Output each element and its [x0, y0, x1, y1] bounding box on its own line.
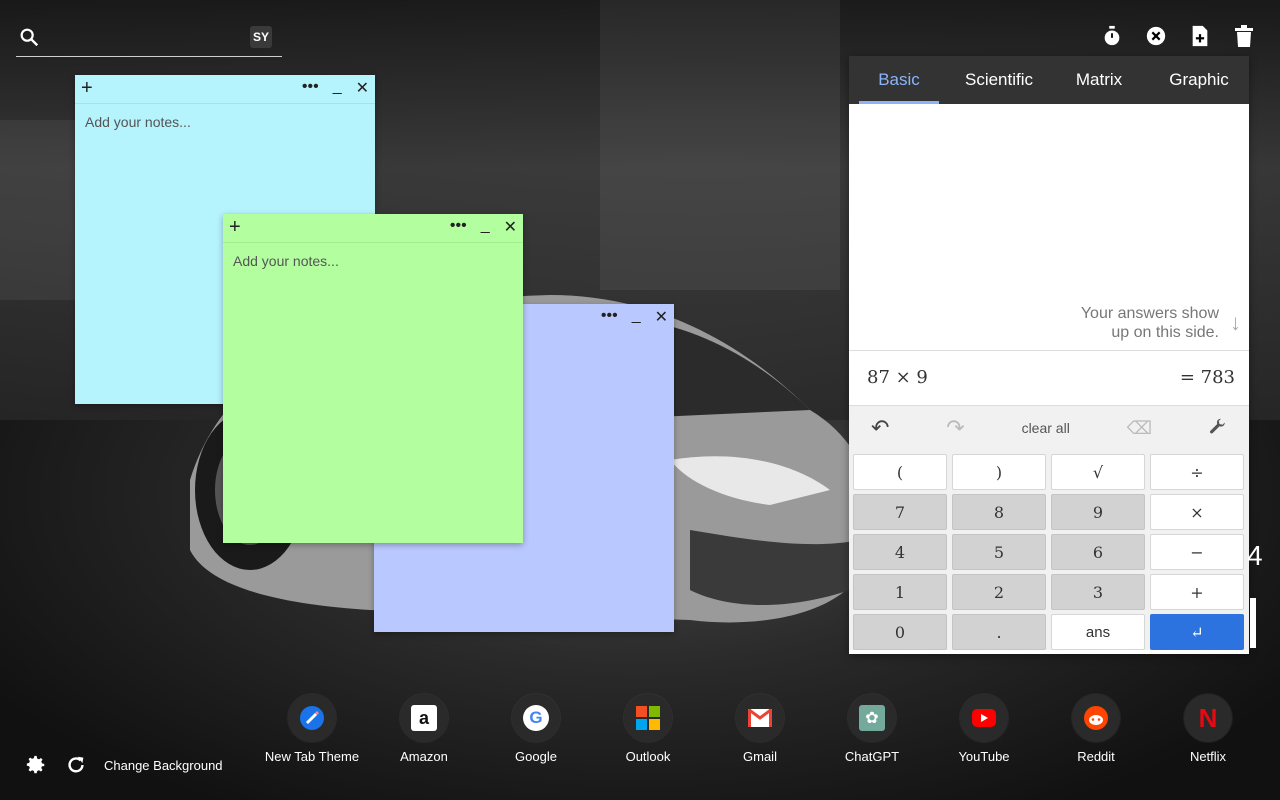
shortcut-netflix[interactable]: N Netflix	[1158, 694, 1258, 764]
shortcut-reddit[interactable]: Reddit	[1046, 694, 1146, 764]
key-ans[interactable]: ans	[1051, 614, 1145, 650]
amazon-icon: a	[400, 694, 448, 742]
shortcut-label: ChatGPT	[844, 749, 900, 764]
background-panel	[600, 0, 840, 290]
hint-line-1: Your answers show	[1080, 305, 1219, 322]
gmail-icon	[736, 694, 784, 742]
arrow-down-icon: ↓	[1230, 310, 1241, 335]
add-note-plus-icon[interactable]: +	[81, 77, 93, 100]
shortcut-label: YouTube	[958, 749, 1010, 764]
search-input[interactable]	[52, 24, 256, 52]
key-7[interactable]: 7	[853, 494, 947, 530]
change-background-button[interactable]: Change Background	[104, 758, 223, 773]
key-2[interactable]: 2	[952, 574, 1046, 610]
close-circle-icon[interactable]	[1144, 24, 1168, 48]
calculator-tools: ↶ ↷ clear all ⌫	[849, 406, 1249, 450]
chatgpt-icon: ✿	[848, 694, 896, 742]
more-options-icon[interactable]: •••	[450, 217, 467, 237]
sy-badge[interactable]: SY	[250, 26, 272, 48]
netflix-icon: N	[1184, 694, 1232, 742]
shortcut-new-tab-theme[interactable]: New Tab Theme	[262, 694, 362, 764]
result: = 783	[1179, 367, 1235, 388]
key-5[interactable]: 5	[952, 534, 1046, 570]
shortcut-label: Gmail	[743, 749, 777, 764]
calculator-keypad: ( ) √ ÷ 7 8 9 × 4 5 6 − 1 2 3 + 0 . ans …	[849, 450, 1249, 650]
tab-scientific[interactable]: Scientific	[949, 56, 1049, 104]
shortcut-youtube[interactable]: YouTube	[934, 694, 1034, 764]
note-textarea[interactable]: Add your notes...	[75, 104, 375, 140]
search-icon[interactable]	[18, 26, 40, 48]
trash-icon[interactable]	[1232, 24, 1256, 48]
key-sqrt[interactable]: √	[1051, 454, 1145, 490]
close-icon[interactable]: ✕	[356, 78, 369, 98]
google-icon: G	[512, 694, 560, 742]
key-decimal[interactable]: .	[952, 614, 1046, 650]
key-plus[interactable]: +	[1150, 574, 1244, 610]
key-0[interactable]: 0	[853, 614, 947, 650]
calculator-panel: Basic Scientific Matrix Graphic Your ans…	[849, 56, 1249, 654]
tab-basic[interactable]: Basic	[849, 56, 949, 104]
key-8[interactable]: 8	[952, 494, 1046, 530]
clear-all-button[interactable]: clear all	[1022, 420, 1070, 436]
close-icon[interactable]: ✕	[655, 307, 668, 327]
key-9[interactable]: 9	[1051, 494, 1145, 530]
top-toolbar	[1100, 24, 1256, 48]
refresh-icon[interactable]	[65, 754, 87, 776]
calculator-expression-row[interactable]: 87 × 9 = 783	[849, 351, 1249, 406]
outlook-icon	[624, 694, 672, 742]
undo-icon[interactable]: ↶	[871, 415, 889, 441]
close-icon[interactable]: ✕	[504, 217, 517, 237]
more-options-icon[interactable]: •••	[601, 307, 618, 327]
clock-fragment-bar	[1250, 598, 1256, 648]
clock-fragment: 4	[1247, 540, 1263, 571]
add-note-plus-icon[interactable]: +	[229, 216, 241, 239]
search-bar: SY	[16, 22, 282, 57]
calculator-history: Your answers show up on this side. ↓	[849, 104, 1249, 351]
note-textarea[interactable]: Add your notes...	[223, 243, 523, 279]
shortcut-outlook[interactable]: Outlook	[598, 694, 698, 764]
answers-hint: Your answers show up on this side.	[1081, 304, 1219, 342]
key-minus[interactable]: −	[1150, 534, 1244, 570]
shortcut-label: Outlook	[625, 749, 671, 764]
shortcut-chatgpt[interactable]: ✿ ChatGPT	[822, 694, 922, 764]
reddit-icon	[1072, 694, 1120, 742]
key-1[interactable]: 1	[853, 574, 947, 610]
key-multiply[interactable]: ×	[1150, 494, 1244, 530]
timer-icon[interactable]	[1100, 24, 1124, 48]
note-toolbar: + ••• _ ✕	[223, 214, 523, 243]
add-note-icon[interactable]	[1188, 24, 1212, 48]
key-4[interactable]: 4	[853, 534, 947, 570]
shortcut-gmail[interactable]: Gmail	[710, 694, 810, 764]
note-toolbar: + ••• _ ✕	[75, 75, 375, 104]
key-divide[interactable]: ÷	[1150, 454, 1244, 490]
key-open-paren[interactable]: (	[853, 454, 947, 490]
minimize-icon[interactable]: _	[632, 307, 641, 327]
tab-matrix[interactable]: Matrix	[1049, 56, 1149, 104]
shortcut-label: Google	[515, 749, 557, 764]
settings-gear-icon[interactable]	[25, 754, 47, 776]
sticky-note-green[interactable]: + ••• _ ✕ Add your notes...	[223, 214, 523, 543]
hint-line-2: up on this side.	[1111, 324, 1219, 341]
shortcut-label: Reddit	[1077, 749, 1115, 764]
key-close-paren[interactable]: )	[952, 454, 1046, 490]
youtube-icon	[960, 694, 1008, 742]
minimize-icon[interactable]: _	[481, 217, 490, 237]
minimize-icon[interactable]: _	[333, 78, 342, 98]
wrench-icon[interactable]	[1209, 418, 1227, 439]
tab-graphic[interactable]: Graphic	[1149, 56, 1249, 104]
key-enter[interactable]: ↵	[1150, 614, 1244, 650]
new-tab-theme-icon	[288, 694, 336, 742]
key-3[interactable]: 3	[1051, 574, 1145, 610]
redo-icon[interactable]: ↷	[946, 415, 964, 441]
more-options-icon[interactable]: •••	[302, 78, 319, 98]
shortcut-label: Netflix	[1189, 749, 1227, 764]
expression: 87 × 9	[867, 367, 928, 388]
key-6[interactable]: 6	[1051, 534, 1145, 570]
shortcut-google[interactable]: G Google	[486, 694, 586, 764]
shortcut-amazon[interactable]: a Amazon	[374, 694, 474, 764]
backspace-icon[interactable]: ⌫	[1127, 418, 1152, 439]
shortcut-label: Amazon	[400, 749, 448, 764]
shortcut-label: New Tab Theme	[264, 749, 360, 764]
calculator-tabs: Basic Scientific Matrix Graphic	[849, 56, 1249, 104]
